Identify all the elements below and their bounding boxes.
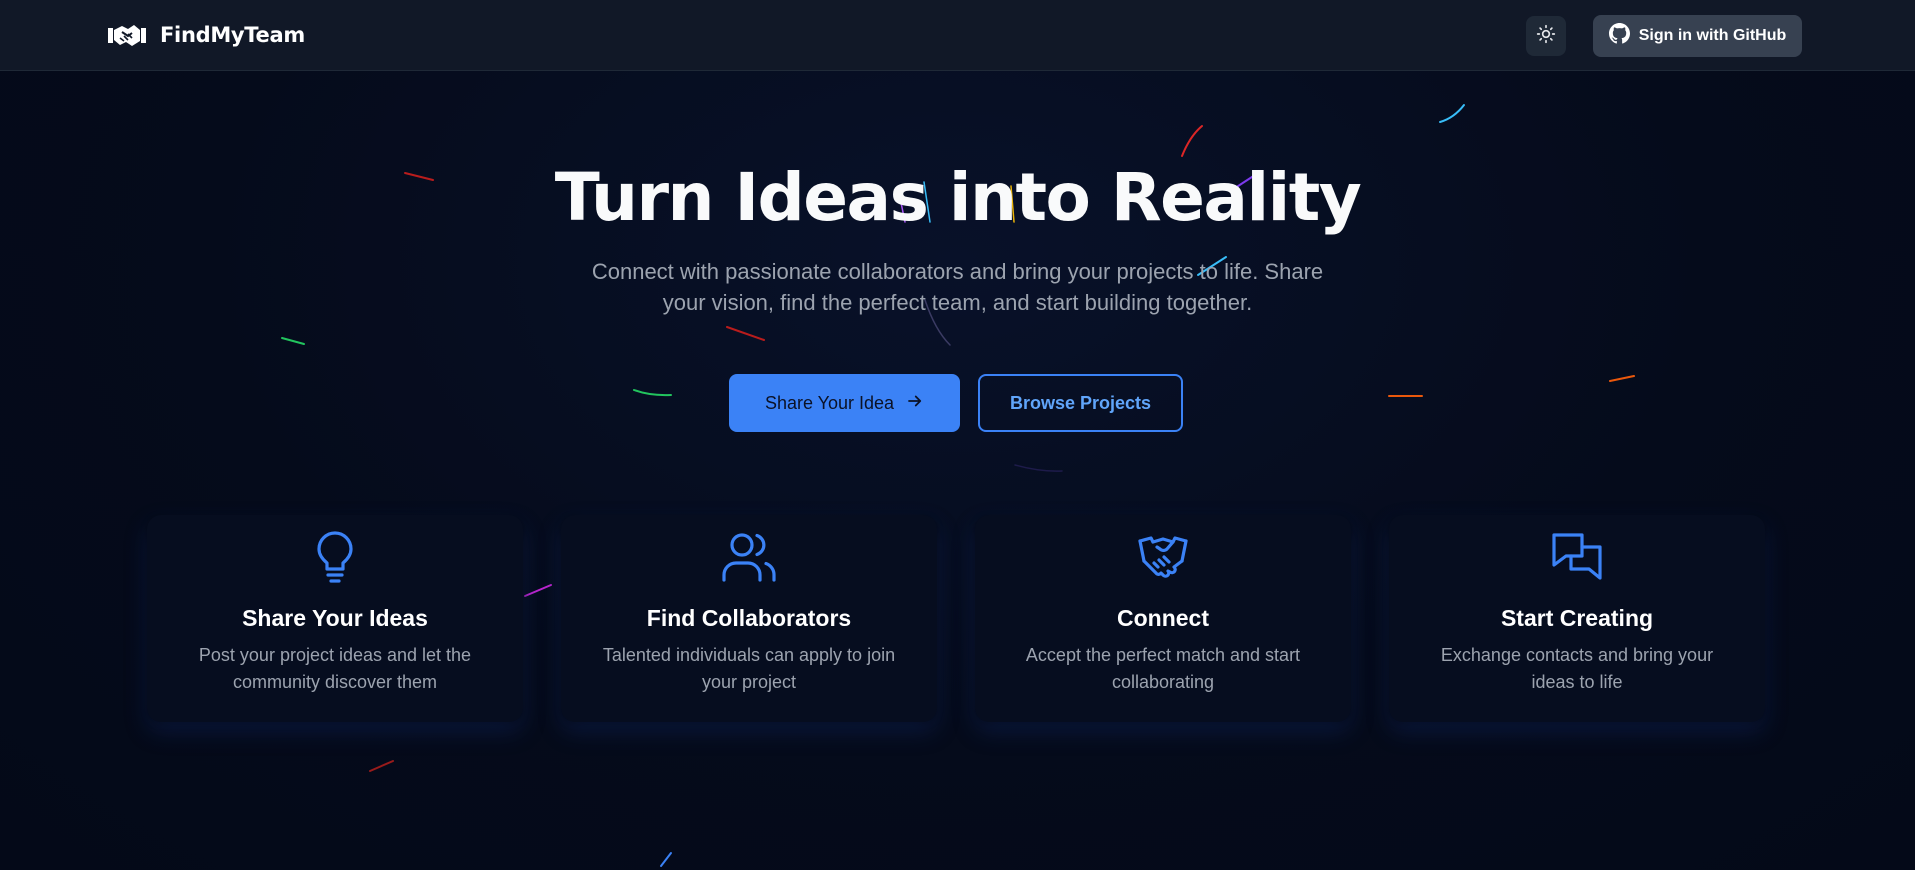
github-icon [1608, 23, 1630, 49]
lightbulb-icon [147, 530, 523, 584]
feature-title: Share Your Ideas [242, 605, 428, 631]
browse-projects-label: Browse Projects [1009, 392, 1152, 413]
handshake-icon [108, 19, 146, 51]
browse-projects-button[interactable]: Browse Projects [978, 374, 1183, 432]
feature-title: Connect [1117, 605, 1209, 631]
feature-card-find-collaborators: Find Collaborators Talented individuals … [561, 515, 937, 722]
brand-name: FindMyTeam [160, 23, 305, 47]
share-idea-button[interactable]: Share Your Idea [729, 374, 960, 432]
handshake-icon [975, 530, 1351, 584]
feature-card-share-ideas: Share Your Ideas Post your project ideas… [147, 515, 523, 722]
arrow-right-icon [906, 392, 924, 415]
users-icon [561, 530, 937, 584]
share-idea-label: Share Your Idea [764, 392, 895, 413]
feature-description: Post your project ideas and let the comm… [198, 645, 472, 692]
feature-description: Accept the perfect match and start colla… [1025, 645, 1301, 692]
hero-subtitle: Connect with passionate collaborators an… [591, 259, 1324, 315]
sun-icon [1536, 24, 1556, 49]
theme-toggle-button[interactable] [1526, 16, 1566, 56]
background-streaks [281, 104, 1635, 867]
landing-page: FindMyTeam Sign in with GitHub Turn Idea… [0, 0, 1915, 870]
feature-title: Start Creating [1500, 605, 1654, 631]
hero-title: Turn Ideas into Reality [554, 159, 1362, 236]
feature-card-start-creating: Start Creating Exchange contacts and bri… [1389, 515, 1765, 722]
feature-description: Exchange contacts and bring your ideas t… [1440, 645, 1714, 692]
github-signin-button[interactable]: Sign in with GitHub [1593, 15, 1802, 57]
feature-title: Find Collaborators [646, 605, 852, 631]
brand-logo-link[interactable]: FindMyTeam [108, 19, 305, 51]
chat-bubbles-icon [1389, 530, 1765, 584]
feature-description: Talented individuals can apply to join y… [602, 645, 896, 692]
signin-label: Sign in with GitHub [1638, 27, 1787, 44]
top-navbar: FindMyTeam Sign in with GitHub [0, 0, 1915, 71]
feature-card-connect: Connect Accept the perfect match and sta… [975, 515, 1351, 722]
